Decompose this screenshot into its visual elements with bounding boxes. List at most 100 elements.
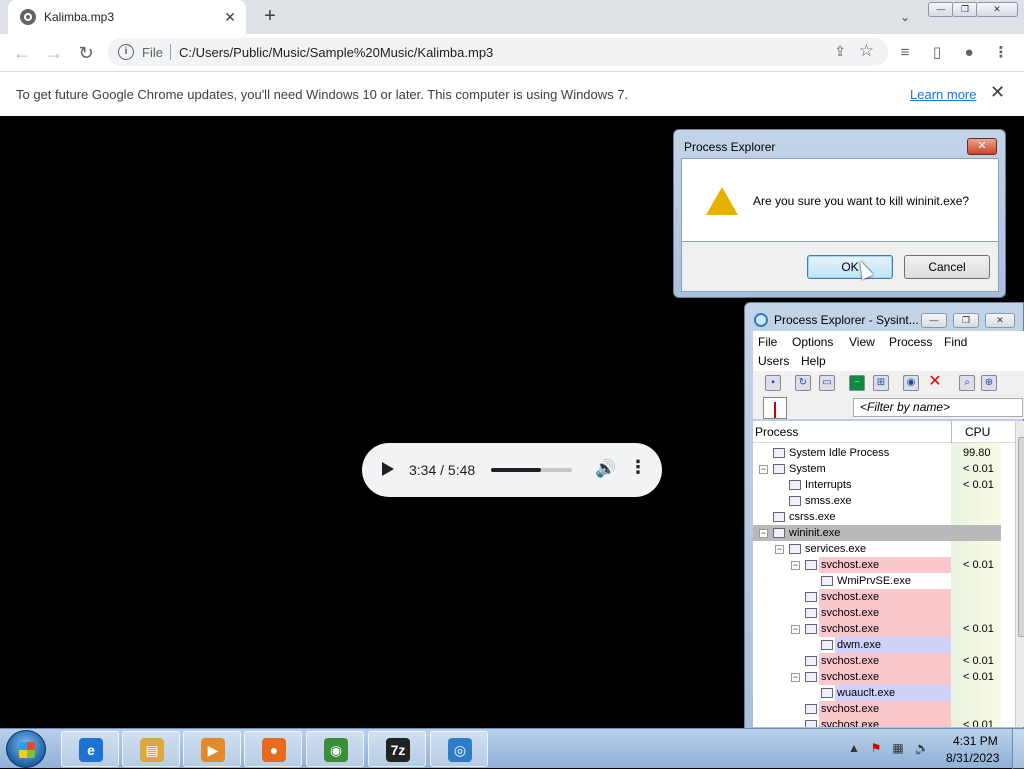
process-name: svchost.exe [821,655,880,667]
address-bar[interactable]: i File C:/Users/Public/Music/Sample%20Mu… [108,38,888,66]
kill-process-icon[interactable]: ✕ [927,374,943,391]
system-info-icon[interactable]: ~ [849,375,865,391]
bookmark-star-icon[interactable]: ☆ [859,41,874,61]
find-icon[interactable]: ⌕ [959,375,975,391]
file-explorer-icon: ▤ [140,738,164,762]
more-options-icon[interactable]: ⋮ [629,457,647,478]
profile-avatar-icon[interactable]: ● [958,42,980,64]
volume-muted-icon[interactable]: 🔈 [914,741,930,755]
menu-help[interactable]: Help [801,354,826,368]
taskbar-chrome[interactable]: ◉ [306,731,364,767]
taskbar-file-explorer[interactable]: ▤ [122,731,180,767]
minimize-button[interactable]: — [928,2,954,17]
chrome-menu-icon[interactable]: ⋮ [990,42,1012,64]
process-row[interactable]: svchost.exe < 0.01 [753,653,1001,669]
media-control-icon[interactable]: ≡ [894,42,916,64]
process-row[interactable]: − svchost.exe < 0.01 [753,621,1001,637]
cancel-button[interactable]: Cancel [904,255,990,279]
tree-toggle-icon[interactable]: − [791,625,800,634]
clock-time[interactable]: 4:31 PM [953,734,998,748]
start-button[interactable] [6,730,46,768]
column-process[interactable]: Process [755,425,798,439]
clock-date[interactable]: 8/31/2023 [946,751,999,765]
playback-time: 3:34 / 5:48 [409,462,476,478]
process-row[interactable]: − svchost.exe < 0.01 [753,669,1001,685]
tree-toggle-icon[interactable]: − [759,529,768,538]
tree-toggle-icon[interactable]: − [791,561,800,570]
forward-button[interactable]: → [41,40,67,66]
process-row[interactable]: svchost.exe < 0.01 [753,717,1001,727]
process-row[interactable]: dwm.exe [753,637,1001,653]
learn-more-link[interactable]: Learn more [910,87,976,102]
7zip-icon: 7z [386,738,410,762]
properties-icon[interactable]: ◉ [903,375,919,391]
tray-expand-icon[interactable]: ▲ [846,741,862,755]
refresh-icon[interactable]: ↻ [795,375,811,391]
tree-toggle-icon[interactable]: − [775,545,784,554]
target-icon[interactable]: ⊕ [981,375,997,391]
back-button[interactable]: ← [9,40,35,66]
tab-search-icon[interactable]: ⌄ [895,8,915,26]
cpu-graph[interactable] [763,397,787,419]
media-player-icon: ▶ [201,738,225,762]
taskbar-process-explorer[interactable]: ◎ [430,731,488,767]
save-icon[interactable]: ▪ [765,375,781,391]
filter-input[interactable]: <Filter by name> [853,398,1023,417]
process-list[interactable]: Process CPU System Idle Process 99.80 − Sys… [753,421,1015,727]
tree-toggle-icon[interactable]: − [759,465,768,474]
taskbar-internet-explorer[interactable]: e [61,731,119,767]
volume-icon[interactable]: 🔊 [595,459,616,479]
play-icon[interactable] [382,462,394,476]
taskbar-media-player[interactable]: ▶ [183,731,241,767]
pe-maximize-button[interactable]: ❐ [953,313,979,328]
menu-users[interactable]: Users [758,354,789,368]
process-row[interactable]: − wininit.exe [753,525,1001,541]
taskbar-7zip[interactable]: 7z [368,731,426,767]
share-icon[interactable]: ⇪ [834,43,846,60]
pe-scrollbar[interactable] [1015,421,1024,727]
info-icon[interactable]: i [118,44,134,60]
process-row[interactable]: − System < 0.01 [753,461,1001,477]
network-icon[interactable]: ▦ [890,741,906,755]
new-tab-button[interactable]: + [258,5,282,29]
tab-close-icon[interactable]: ✕ [220,7,240,27]
ok-button[interactable]: OK [807,255,893,279]
process-row[interactable]: smss.exe [753,493,1001,509]
side-panel-icon[interactable]: ▯ [926,42,948,64]
pe-close-button[interactable]: ✕ [985,313,1015,328]
process-row[interactable]: Interrupts < 0.01 [753,477,1001,493]
action-center-icon[interactable]: ⚑ [868,741,884,755]
menu-options[interactable]: Options [792,335,833,349]
menu-file[interactable]: File [758,335,777,349]
process-row[interactable]: − svchost.exe < 0.01 [753,557,1001,573]
tab-kalimba[interactable]: Kalimba.mp3 ✕ [8,0,246,34]
menu-view[interactable]: View [849,335,875,349]
close-window-button[interactable]: ✕ [976,2,1018,17]
menu-find[interactable]: Find [944,335,967,349]
process-name: svchost.exe [821,623,880,635]
url-text[interactable]: C:/Users/Public/Music/Sample%20Music/Kal… [179,45,493,60]
pe-minimize-button[interactable]: — [921,313,947,328]
process-row[interactable]: svchost.exe [753,605,1001,621]
column-cpu[interactable]: CPU [965,425,990,439]
taskbar-firefox[interactable]: ● [244,731,302,767]
process-row[interactable]: svchost.exe [753,701,1001,717]
dialog-close-button[interactable]: ✕ [967,138,997,155]
seek-slider[interactable] [491,468,572,472]
tree-icon[interactable]: ⊞ [873,375,889,391]
process-row[interactable]: − services.exe [753,541,1001,557]
process-row[interactable]: svchost.exe [753,589,1001,605]
globe-icon [20,9,36,25]
menu-process[interactable]: Process [889,335,932,349]
tree-toggle-icon[interactable]: − [791,673,800,682]
show-desktop-button[interactable] [1012,729,1024,769]
process-row[interactable]: WmiPrvSE.exe [753,573,1001,589]
process-row[interactable]: wuauclt.exe [753,685,1001,701]
window-icon[interactable]: ▭ [819,375,835,391]
infobar-close-icon[interactable]: ✕ [990,82,1005,103]
process-row[interactable]: System Idle Process 99.80 [753,445,1001,461]
process-row[interactable]: csrss.exe [753,509,1001,525]
reload-button[interactable]: ↻ [73,40,99,66]
pe-scroll-thumb[interactable] [1018,437,1024,637]
maximize-button[interactable]: ❐ [952,2,978,17]
